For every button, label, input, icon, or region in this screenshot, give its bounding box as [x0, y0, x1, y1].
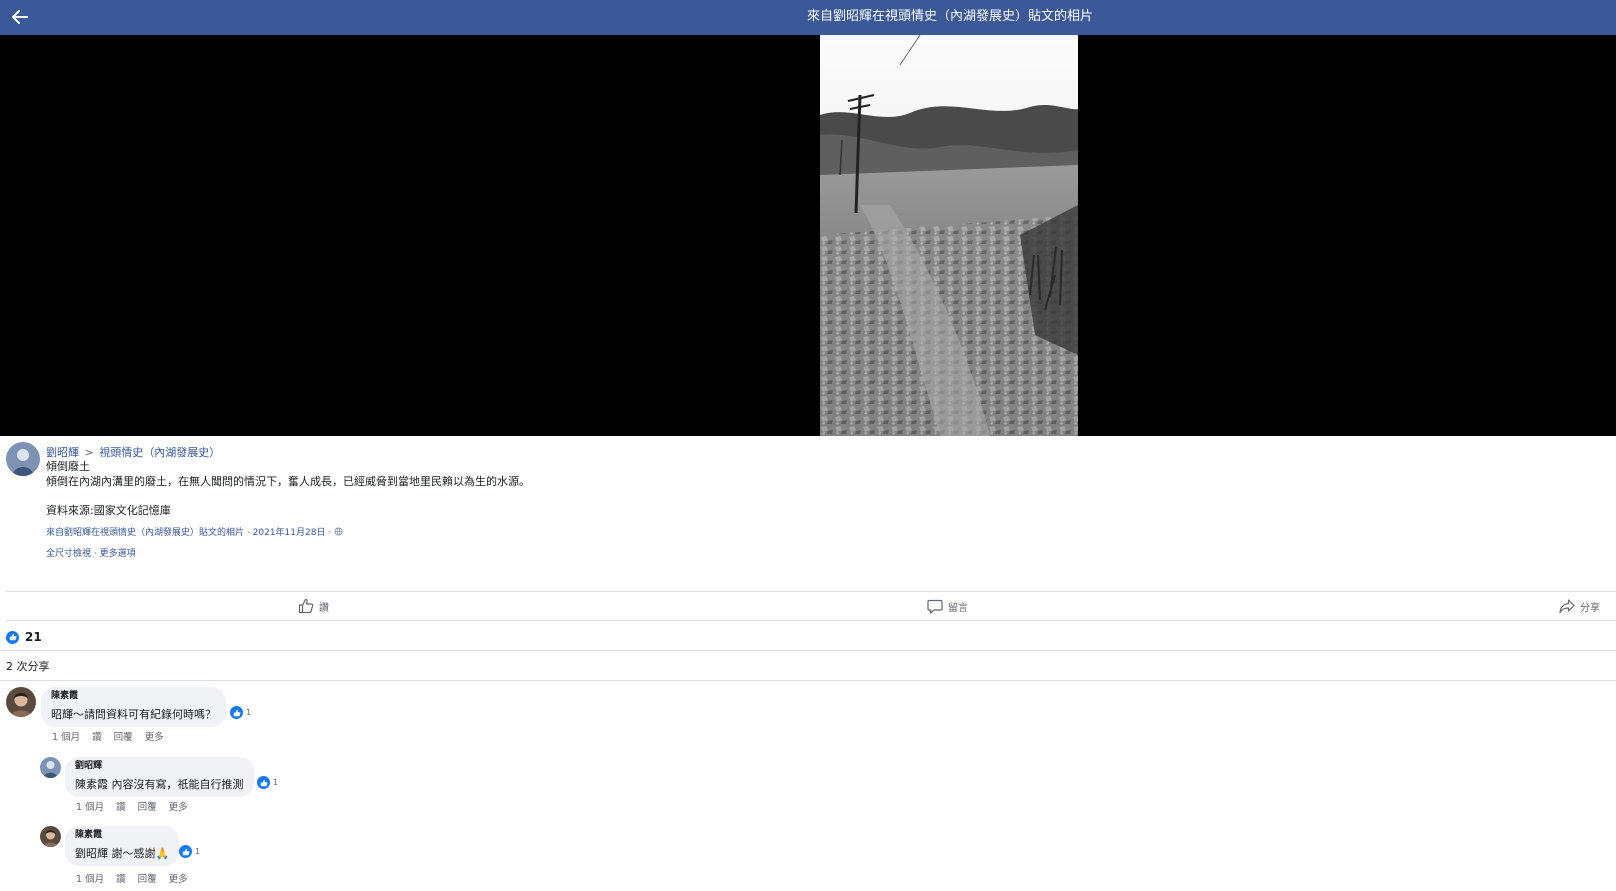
comment-label: 留言 — [948, 602, 968, 614]
photo-links: 全尺寸檢視 · 更多選項 — [46, 546, 136, 559]
full-size-link[interactable]: 全尺寸檢視 — [46, 549, 91, 559]
photo-viewer — [0, 35, 1616, 436]
comment-reactions[interactable]: 1 — [257, 776, 278, 789]
comment-text: 陳素霞 內容沒有寫，祇能自行推測 — [75, 778, 244, 791]
comment-time[interactable]: 1 個月 — [52, 729, 80, 743]
like-reaction-icon — [6, 630, 19, 644]
more-options-link[interactable]: 更多選項 — [100, 549, 136, 559]
meta-separator: · — [246, 528, 250, 538]
reaction-summary[interactable]: 21 — [6, 627, 42, 647]
comment-reply-link[interactable]: 回覆 — [138, 871, 157, 885]
comment-button[interactable]: 留言 — [927, 592, 968, 620]
post-text: 傾倒廢土 傾倒在內湖內溝里的廢土，在無人聞問的情況下，奮人成長，已經威脅到當地里… — [46, 459, 530, 518]
comment-more-link[interactable]: 更多 — [169, 871, 188, 885]
like-reaction-icon — [230, 706, 243, 719]
thumbs-up-icon — [298, 598, 314, 614]
link-separator: · — [93, 549, 97, 559]
action-bar: 讚 留言 分享 — [6, 591, 1616, 621]
post-meta: 來自劉昭輝在視頭情史（內湖發展史）貼文的相片 · 2021年11月28日 · — [46, 525, 343, 538]
comment-text: 劉昭輝 謝～感謝🙏 — [75, 847, 170, 860]
comment-time[interactable]: 1 個月 — [76, 871, 104, 885]
post-photo[interactable] — [820, 35, 1078, 436]
speech-bubble-icon — [927, 599, 943, 614]
comment-reactions[interactable]: 1 — [179, 845, 200, 858]
comment-like-link[interactable]: 讚 — [116, 871, 126, 885]
comment-more-link[interactable]: 更多 — [169, 799, 188, 813]
comment-like-link[interactable]: 讚 — [92, 729, 102, 743]
comment-reply-link[interactable]: 回覆 — [138, 799, 157, 813]
page-title: 來自劉昭輝在視頭情史（內湖發展史）貼文的相片 — [806, 9, 1093, 24]
comment-more-link[interactable]: 更多 — [145, 729, 164, 743]
like-reaction-icon — [257, 776, 270, 789]
comment-reaction-count: 1 — [195, 847, 201, 856]
post-line-1: 傾倒廢土 — [46, 460, 90, 473]
comment-reply-link[interactable]: 回覆 — [114, 729, 133, 743]
commenter-name[interactable]: 劉昭輝 — [75, 760, 244, 773]
share-button[interactable]: 分享 — [1559, 592, 1600, 620]
breadcrumb: 劉昭輝 > 視頭情史（內湖發展史） — [46, 444, 220, 460]
commenter-name[interactable]: 陳素霞 — [51, 690, 216, 703]
share-count[interactable]: 2 次分享 — [6, 658, 50, 674]
divider — [0, 650, 1616, 651]
comment-time[interactable]: 1 個月 — [76, 799, 104, 813]
meta-source-link[interactable]: 來自劉昭輝在視頭情史（內湖發展史）貼文的相片 — [46, 528, 244, 538]
like-label: 讚 — [319, 602, 329, 614]
comment-like-link[interactable]: 讚 — [116, 799, 126, 813]
photo-image — [820, 35, 1078, 436]
comment-text: 昭輝～請問資料可有紀錄何時嗎？ — [51, 708, 216, 721]
comment-bubble: 陳素霞 昭輝～請問資料可有紀錄何時嗎？ — [41, 687, 226, 727]
comment-bubble: 陳素霞 劉昭輝 謝～感謝🙏 — [65, 826, 180, 866]
arrow-left-icon — [12, 10, 28, 24]
reaction-count: 21 — [25, 630, 42, 644]
comment-bubble: 劉昭輝 陳素霞 內容沒有寫，祇能自行推測 — [65, 757, 254, 797]
comment-reaction-count: 1 — [246, 708, 252, 717]
comment-reactions[interactable]: 1 — [230, 706, 251, 719]
post-source: 資料來源:國家文化記憶庫 — [46, 504, 171, 517]
breadcrumb-separator: > — [84, 446, 94, 459]
author-link[interactable]: 劉昭輝 — [46, 446, 79, 459]
top-bar: 來自劉昭輝在視頭情史（內湖發展史）貼文的相片 — [0, 0, 1616, 35]
share-label: 分享 — [1580, 602, 1600, 614]
author-avatar[interactable] — [6, 442, 40, 476]
commenter-avatar[interactable] — [40, 826, 61, 847]
commenter-name[interactable]: 陳素霞 — [75, 829, 169, 842]
globe-icon — [334, 527, 343, 536]
comment-actions: 1 個月 讚 回覆 更多 — [76, 799, 188, 813]
commenter-avatar[interactable] — [40, 757, 61, 778]
post-date-link[interactable]: 2021年11月28日 — [253, 528, 326, 538]
divider — [0, 680, 1616, 681]
comment-actions: 1 個月 讚 回覆 更多 — [76, 871, 188, 885]
back-button[interactable] — [6, 4, 34, 30]
commenter-avatar[interactable] — [6, 687, 36, 717]
like-button[interactable]: 讚 — [298, 592, 329, 620]
like-reaction-icon — [179, 845, 192, 858]
comment-reaction-count: 1 — [273, 778, 279, 787]
post-line-2: 傾倒在內湖內溝里的廢土，在無人聞問的情況下，奮人成長，已經威脅到當地里民賴以為生… — [46, 475, 530, 488]
meta-separator: · — [328, 528, 332, 538]
group-link[interactable]: 視頭情史（內湖發展史） — [99, 446, 220, 459]
share-arrow-icon — [1559, 599, 1575, 614]
comment-actions: 1 個月 讚 回覆 更多 — [52, 729, 164, 743]
